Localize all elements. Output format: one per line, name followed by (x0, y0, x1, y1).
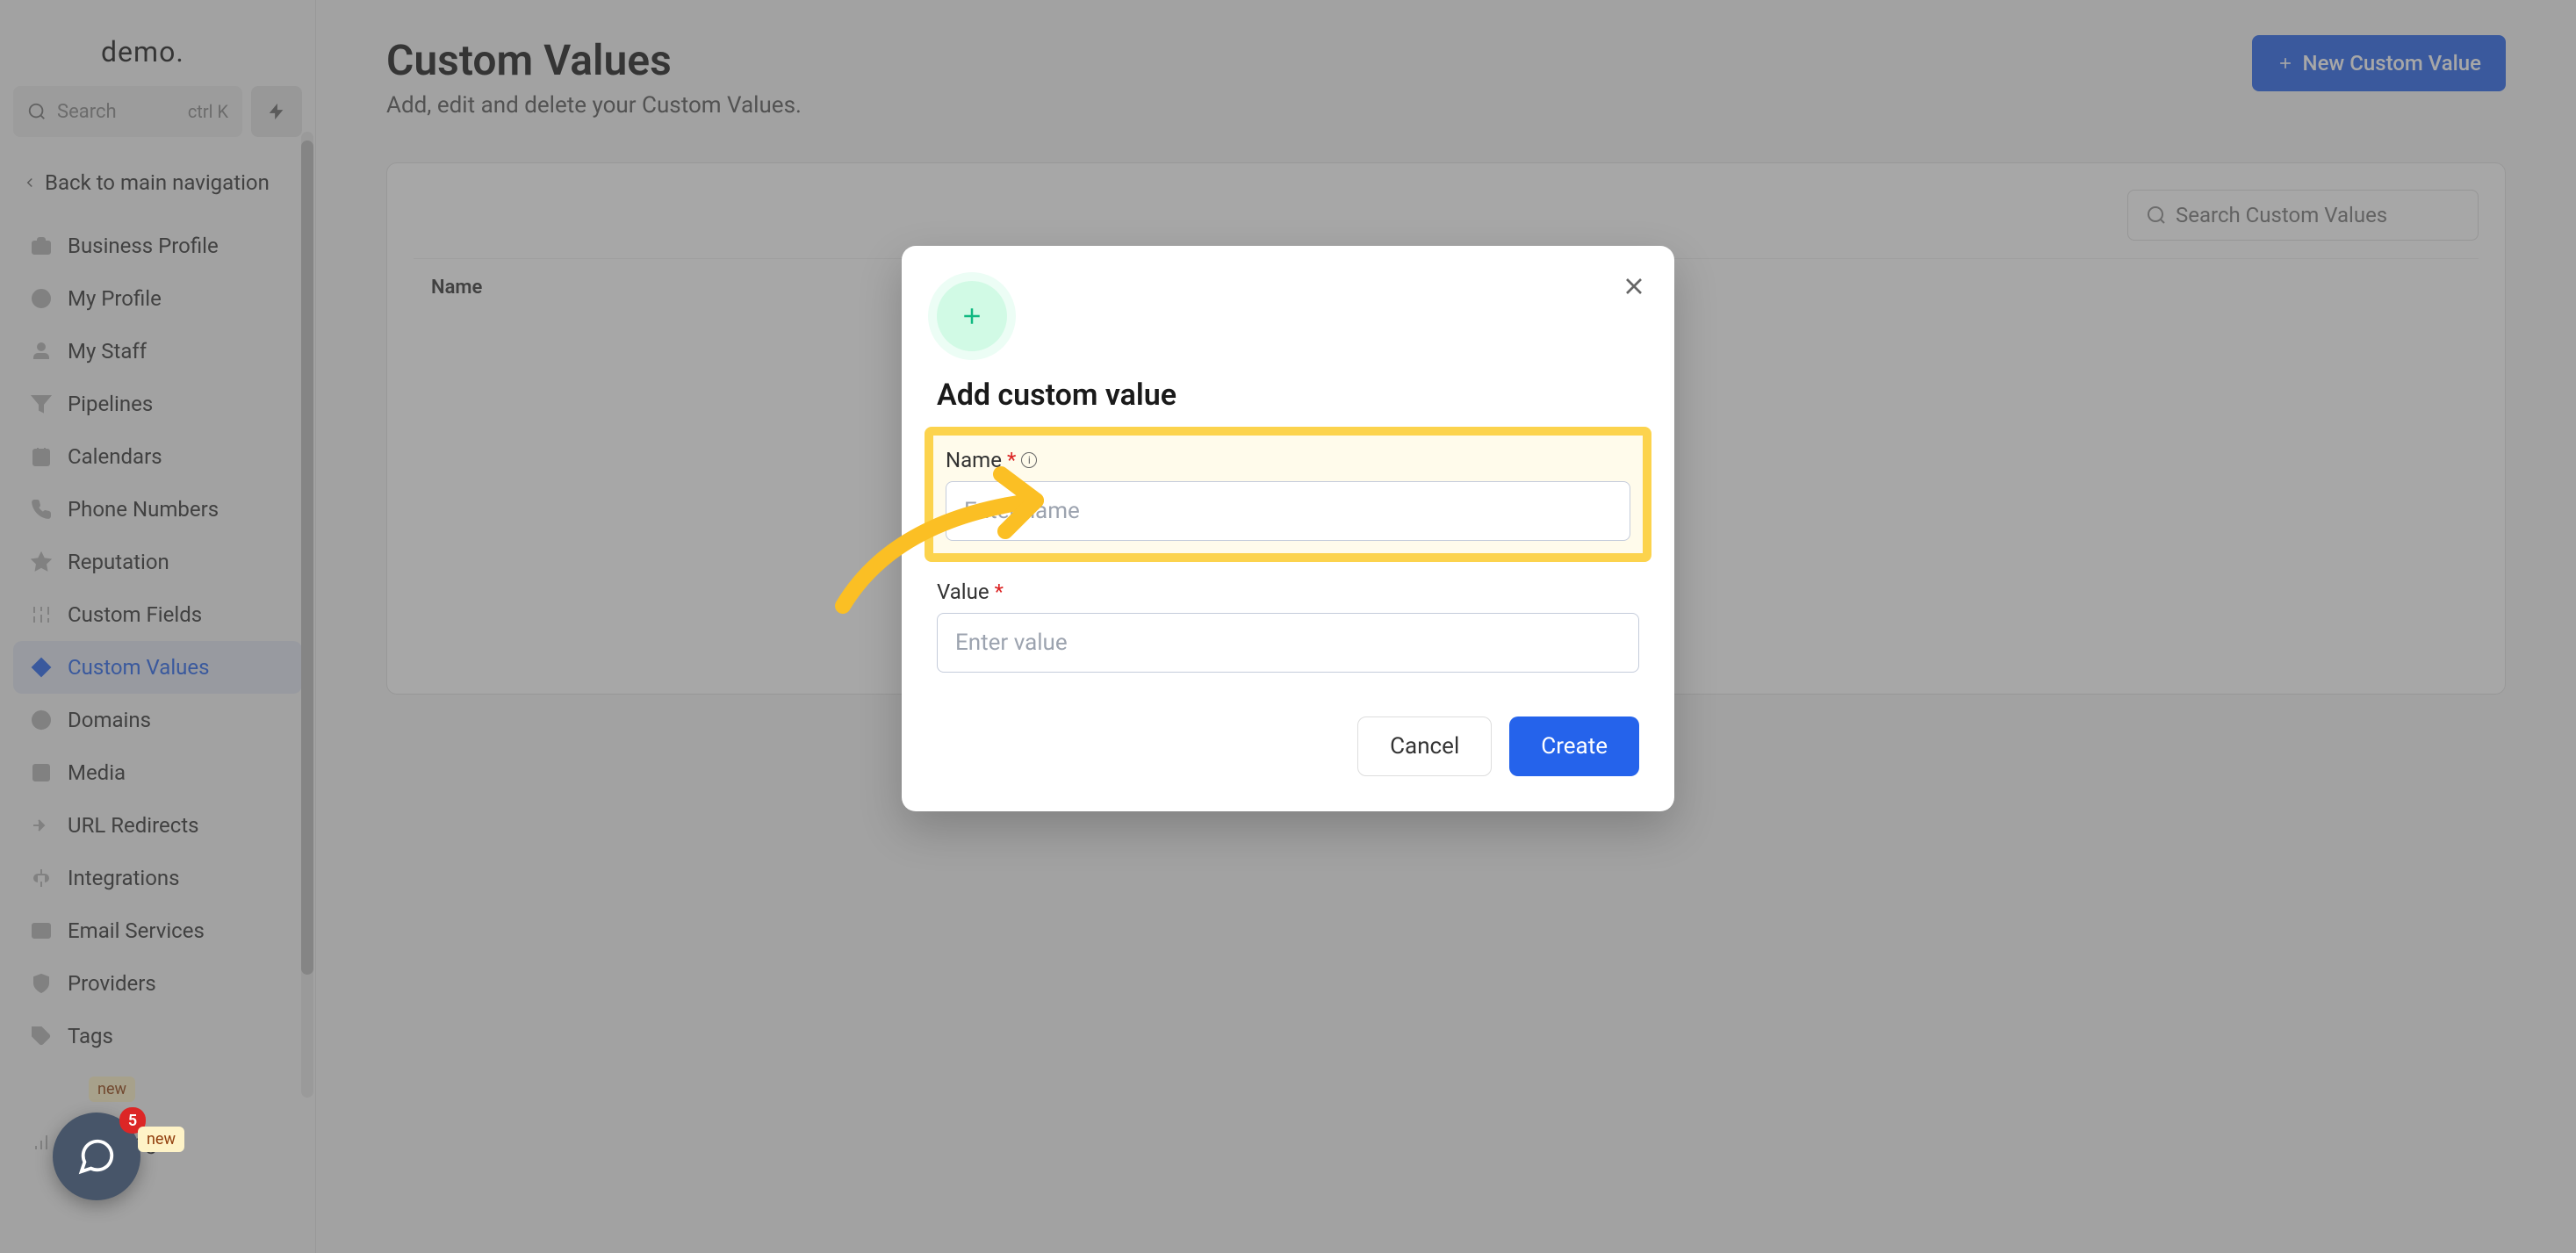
add-custom-value-modal: Add custom value Name * i Value * Cancel… (902, 246, 1674, 811)
required-indicator: * (995, 580, 1004, 604)
modal-overlay[interactable]: Add custom value Name * i Value * Cancel… (0, 0, 2576, 1253)
modal-icon-circle (937, 281, 1007, 351)
close-button[interactable] (1620, 272, 1648, 300)
info-icon[interactable]: i (1021, 452, 1037, 468)
new-badge: new (138, 1127, 184, 1152)
plus-icon (959, 303, 985, 329)
modal-actions: Cancel Create (937, 717, 1639, 776)
chat-widget[interactable]: 5 new (53, 1113, 140, 1200)
modal-title: Add custom value (937, 378, 1639, 413)
name-label: Name * i (946, 448, 1630, 472)
value-field-group: Value * (937, 580, 1639, 673)
required-indicator: * (1007, 448, 1016, 472)
cancel-button[interactable]: Cancel (1357, 717, 1492, 776)
chat-icon (76, 1136, 117, 1177)
name-field-highlight: Name * i (925, 427, 1651, 562)
name-input[interactable] (946, 481, 1630, 541)
value-input[interactable] (937, 613, 1639, 673)
close-icon (1620, 272, 1648, 300)
create-button[interactable]: Create (1509, 717, 1639, 776)
value-label: Value * (937, 580, 1639, 604)
